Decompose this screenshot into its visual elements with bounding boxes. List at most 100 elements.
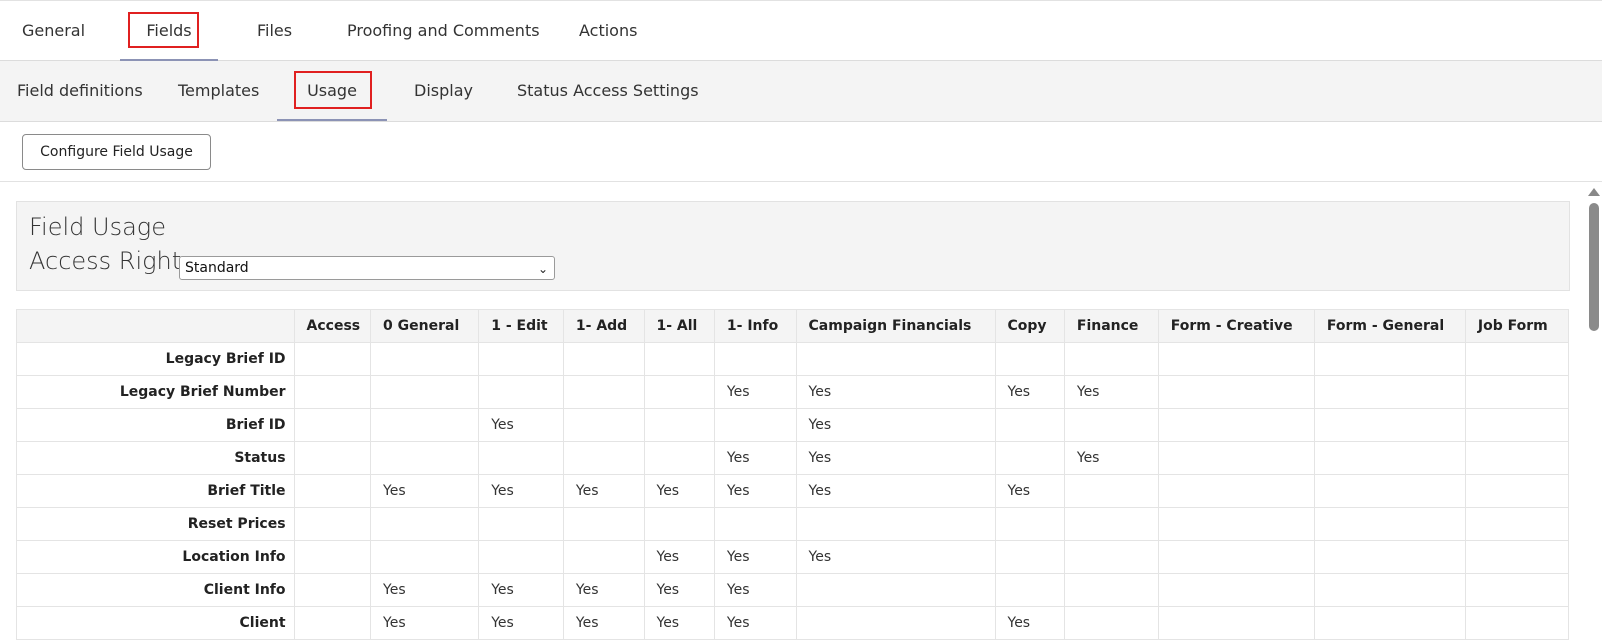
tab-files[interactable]: Files [257,1,292,61]
row-label: Reset Prices [16,507,295,541]
table-cell [293,573,372,607]
table-cell [1313,573,1466,607]
table-cell [293,606,372,640]
table-cell [1157,540,1315,574]
table-cell [1313,342,1466,376]
table-cell [293,507,372,541]
access-right-select[interactable]: Standard ⌄ [179,256,555,280]
table-cell [370,507,480,541]
table-cell: Yes [562,606,645,640]
column-header: Campaign Financials [795,309,996,343]
table-cell [370,441,480,475]
table-cell: Yes [643,474,715,508]
table-row: Legacy Brief ID [16,342,1570,376]
table-cell [1464,375,1570,409]
table-cell [1157,507,1315,541]
tab-display[interactable]: Display [414,61,473,121]
table-cell [293,474,372,508]
table-cell [994,408,1065,442]
table-cell [370,342,480,376]
table-row: Client Yes Yes Yes Yes Yes Yes [16,606,1570,640]
table-header-row: Access 0 General 1 - Edit 1- Add 1- All 1- In… [16,309,1570,343]
table-cell [1313,474,1466,508]
table-cell [994,507,1065,541]
table-cell: Yes [370,573,480,607]
table-cell [562,507,645,541]
table-cell [994,540,1065,574]
row-label: Status [16,441,295,475]
table-cell [478,441,564,475]
column-header: 1- Info [713,309,797,343]
tab-status-access-settings[interactable]: Status Access Settings [517,61,699,121]
table-cell: Yes [1063,441,1159,475]
table-cell: Yes [713,606,797,640]
column-header: Finance [1063,309,1159,343]
table-cell: Yes [478,408,564,442]
table-cell [1157,342,1315,376]
column-header: Access [293,309,372,343]
table-cell [713,408,797,442]
table-cell [1464,408,1570,442]
row-label: Legacy Brief Number [16,375,295,409]
table-cell: Yes [994,474,1065,508]
table-cell [370,375,480,409]
table-cell [293,540,372,574]
table-cell [643,342,715,376]
row-label: Client Info [16,573,295,607]
table-cell: Yes [562,573,645,607]
table-cell [994,441,1065,475]
table-cell [1464,540,1570,574]
row-label: Legacy Brief ID [16,342,295,376]
fields-tab-highlight [128,12,199,48]
vertical-scrollbar[interactable] [1586,186,1602,642]
table-cell [1063,474,1159,508]
usage-tab-highlight [294,71,372,109]
table-cell [1063,540,1159,574]
table-cell: Yes [478,474,564,508]
table-cell [643,507,715,541]
table-cell [293,408,372,442]
table-cell: Yes [795,408,996,442]
access-right-label: Access Right [29,247,182,275]
row-label: Location Info [16,540,295,574]
tab-general[interactable]: General [22,1,85,61]
table-cell [370,408,480,442]
row-label: Brief ID [16,408,295,442]
table-cell: Yes [994,375,1065,409]
table-cell [1464,441,1570,475]
table-cell [1157,573,1315,607]
column-header: 1 - Edit [478,309,564,343]
table-cell [562,375,645,409]
table-cell [643,408,715,442]
table-row: Brief Title Yes Yes Yes Yes Yes Yes Yes [16,474,1570,508]
scroll-up-arrow-icon[interactable] [1588,188,1600,196]
tab-proofing-and-comments[interactable]: Proofing and Comments [347,1,540,61]
table-cell [994,573,1065,607]
column-header: 1- All [643,309,715,343]
table-cell [1313,441,1466,475]
column-header: Copy [994,309,1065,343]
table-cell [1464,342,1570,376]
table-cell [1157,408,1315,442]
table-row: Location Info Yes Yes Yes [16,540,1570,574]
table-row: Client Info Yes Yes Yes Yes Yes [16,573,1570,607]
table-cell [1063,573,1159,607]
configure-field-usage-button[interactable]: Configure Field Usage [22,134,211,170]
table-cell [1313,375,1466,409]
table-cell [1157,441,1315,475]
table-cell: Yes [795,540,996,574]
table-cell [795,507,996,541]
table-cell: Yes [370,606,480,640]
table-cell [643,441,715,475]
table-cell: Yes [478,606,564,640]
row-label: Brief Title [16,474,295,508]
scrollbar-thumb[interactable] [1589,203,1599,331]
tab-templates[interactable]: Templates [178,61,259,121]
tab-actions[interactable]: Actions [579,1,637,61]
table-cell: Yes [478,573,564,607]
table-cell [1063,507,1159,541]
toolbar: Configure Field Usage [0,122,1602,182]
top-tab-bar: General Fields Files Proofing and Commen… [0,0,1602,61]
tab-field-definitions[interactable]: Field definitions [17,61,143,121]
table-cell: Yes [713,474,797,508]
